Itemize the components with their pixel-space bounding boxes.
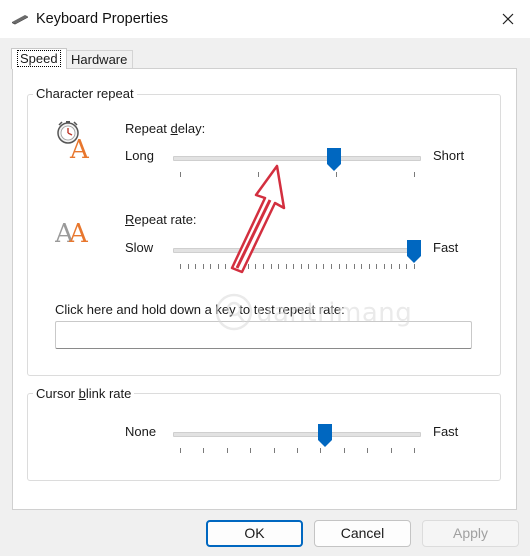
repeat-delay-min-label: Long [125, 148, 154, 163]
cursor-blink-tick [320, 448, 322, 453]
close-button[interactable] [492, 4, 524, 34]
close-icon [502, 13, 514, 25]
repeat-rate-min-label: Slow [125, 240, 154, 255]
annotation-arrow-icon [230, 164, 286, 274]
cursor-blink-rate-group [27, 393, 501, 481]
repeat-rate-tick [180, 264, 181, 269]
repeat-rate-tick [315, 264, 317, 269]
tab-hardware-label: Hardware [71, 52, 128, 67]
tab-hardware[interactable]: Hardware [65, 50, 134, 69]
cursor-blink-min-label: None [125, 424, 157, 439]
apply-button[interactable]: Apply [422, 520, 519, 547]
repeat-delay-label: Repeat delay: [125, 121, 206, 136]
cursor-blink-tick [414, 448, 415, 453]
cursor-blink-tick [297, 448, 298, 453]
repeat-rate-tick [308, 264, 310, 269]
cursor-blink-ticks [180, 448, 415, 454]
repeat-rate-tick [346, 264, 348, 269]
cursor-blink-slider-thumb[interactable] [318, 424, 333, 448]
repeat-rate-tick [217, 264, 219, 269]
repeat-rate-slider-track[interactable] [173, 248, 421, 253]
cursor-blink-tick [390, 448, 392, 453]
tab-speed-label: Speed [17, 50, 61, 67]
repeat-delay-tick [336, 172, 337, 177]
cancel-button[interactable]: Cancel [314, 520, 411, 547]
repeat-rate-tick [414, 264, 415, 269]
watermark-logo: uantrimang [210, 288, 440, 336]
cursor-blink-tick [273, 448, 275, 453]
cursor-blink-tick [250, 448, 252, 453]
repeat-rate-icon: A A [54, 214, 95, 249]
repeat-delay-icon: A [55, 120, 97, 165]
window-title: Keyboard Properties [36, 11, 169, 27]
repeat-rate-tick [330, 264, 332, 269]
watermark-text: uantrimang [256, 298, 413, 328]
cursor-blink-rate-group-label: Cursor blink rate [33, 386, 135, 401]
repeat-rate-ticks [180, 264, 415, 270]
keyboard-icon [11, 13, 29, 25]
title-bar: Keyboard Properties [0, 0, 530, 38]
svg-text:A: A [69, 135, 90, 160]
repeat-rate-tick [323, 264, 325, 269]
repeat-rate-max-label: Fast [433, 240, 459, 255]
svg-text:A: A [68, 219, 89, 244]
repeat-delay-max-label: Short [433, 148, 465, 163]
cursor-blink-tick [180, 448, 181, 453]
repeat-rate-tick [338, 264, 340, 269]
repeat-rate-tick [210, 264, 212, 269]
repeat-rate-tick [202, 264, 204, 269]
cursor-blink-tick [203, 448, 205, 453]
repeat-delay-tick [180, 172, 181, 177]
repeat-rate-slider-thumb[interactable] [407, 240, 421, 264]
repeat-rate-tick [361, 264, 363, 269]
repeat-rate-tick [187, 264, 189, 269]
repeat-delay-ticks [180, 172, 415, 178]
cursor-blink-tick [367, 448, 369, 453]
cursor-blink-tick [343, 448, 345, 453]
repeat-rate-tick [376, 264, 378, 269]
repeat-rate-tick [398, 264, 400, 269]
cursor-blink-slider-track[interactable] [173, 432, 421, 437]
repeat-delay-tick [414, 172, 415, 177]
ok-button[interactable]: OK [206, 520, 303, 547]
repeat-rate-tick [195, 264, 197, 269]
repeat-rate-tick [300, 264, 302, 269]
cursor-blink-max-label: Fast [433, 424, 459, 439]
tab-speed[interactable]: Speed [11, 48, 67, 69]
cursor-blink-tick [226, 448, 228, 453]
repeat-rate-tick [406, 264, 408, 269]
repeat-delay-slider-track[interactable] [173, 156, 421, 161]
repeat-rate-tick [353, 264, 355, 269]
repeat-rate-tick [391, 264, 393, 269]
character-repeat-group-label: Character repeat [33, 86, 137, 101]
repeat-rate-tick [383, 264, 385, 269]
repeat-rate-tick [368, 264, 370, 269]
repeat-delay-slider-thumb[interactable] [327, 148, 342, 172]
repeat-rate-label: Repeat rate: [125, 212, 197, 227]
